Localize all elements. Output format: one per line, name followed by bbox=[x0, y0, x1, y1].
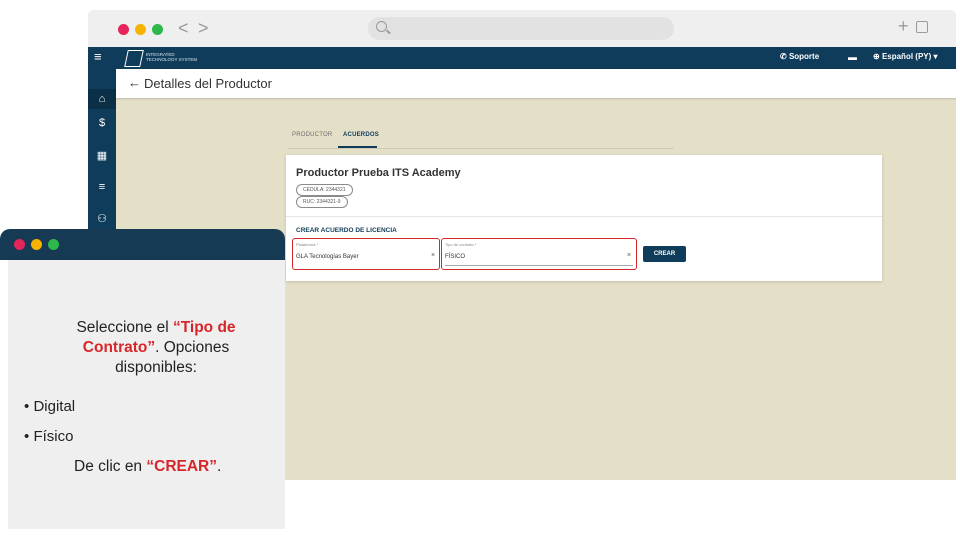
language-label: Español (PY) bbox=[881, 52, 932, 61]
contract-type-select[interactable]: Tipo de contrato * FÍSICO × bbox=[441, 238, 637, 270]
instruction-text: Seleccione el “Tipo de Contrato”. Opcion… bbox=[76, 319, 236, 376]
users-icon[interactable]: ⚇ bbox=[95, 212, 109, 225]
chevron-down-icon: ▾ bbox=[933, 52, 938, 61]
tab-bar: PRODUCTOR ACUERDOS bbox=[288, 130, 674, 149]
click-instruction: De clic en “CREAR”. bbox=[74, 458, 222, 475]
producer-name: Productor Prueba ITS Academy bbox=[296, 167, 461, 179]
dollar-icon[interactable]: $ bbox=[95, 117, 109, 129]
yellow-dot-icon bbox=[31, 239, 42, 250]
red-dot-icon bbox=[14, 239, 25, 250]
field-underline bbox=[445, 265, 633, 266]
language-selector[interactable]: ⊕ Español (PY) ▾ bbox=[873, 52, 938, 61]
close-window-dot[interactable] bbox=[118, 24, 129, 35]
app-header: ≡ INTEGRATED TECHNOLOGY SYSTEM ✆ Soporte… bbox=[88, 47, 956, 69]
section-title: CREAR ACUERDO DE LICENCIA bbox=[296, 227, 397, 234]
back-arrow-icon[interactable]: < bbox=[178, 17, 189, 39]
tab-productor[interactable]: PRODUCTOR bbox=[292, 132, 332, 138]
page-header: ← Detalles del Productor bbox=[116, 69, 956, 98]
divider bbox=[286, 216, 882, 217]
platform-select[interactable]: Plataforma * GLA Tecnologías Bayer × bbox=[292, 238, 440, 270]
menu-icon[interactable]: ≡ bbox=[94, 49, 102, 64]
browser-toolbar: < > + bbox=[88, 10, 956, 47]
search-icon bbox=[376, 21, 387, 32]
crear-button[interactable]: CREAR bbox=[643, 246, 686, 262]
producer-card: Productor Prueba ITS Academy CÉDULA: 234… bbox=[286, 155, 882, 281]
option-fisico: • Físico bbox=[24, 428, 74, 445]
new-tab-icon[interactable]: + bbox=[898, 16, 909, 37]
tabs-overview-icon[interactable] bbox=[916, 21, 928, 33]
active-tab-indicator bbox=[338, 146, 377, 148]
support-label: Soporte bbox=[788, 52, 820, 61]
page-title: Detalles del Productor bbox=[144, 76, 272, 91]
back-arrow-icon[interactable]: ← bbox=[128, 75, 141, 90]
cedula-chip: CÉDULA: 2344321 bbox=[296, 184, 353, 196]
forward-arrow-icon[interactable]: > bbox=[198, 17, 209, 39]
green-dot-icon bbox=[48, 239, 59, 250]
instruction-panel bbox=[8, 260, 285, 529]
logo-icon bbox=[124, 50, 144, 67]
chart-icon[interactable]: ▦ bbox=[95, 149, 109, 162]
crear-highlight: “CREAR” bbox=[146, 458, 217, 475]
home-icon[interactable]: ⌂ bbox=[88, 89, 116, 109]
maximize-window-dot[interactable] bbox=[152, 24, 163, 35]
platform-label: Plataforma * bbox=[296, 242, 319, 247]
clear-icon[interactable]: × bbox=[627, 252, 631, 259]
instruction-panel-header bbox=[0, 229, 285, 260]
clear-icon[interactable]: × bbox=[431, 252, 435, 259]
tab-acuerdos[interactable]: ACUERDOS bbox=[343, 132, 379, 138]
option-digital: • Digital bbox=[24, 398, 76, 415]
minimize-window-dot[interactable] bbox=[135, 24, 146, 35]
list-check-icon[interactable]: ≡ bbox=[95, 181, 109, 193]
phone-icon: ✆ bbox=[780, 52, 787, 61]
support-link[interactable]: ✆ Soporte bbox=[780, 52, 819, 61]
chat-icon[interactable]: ▬ bbox=[848, 52, 857, 62]
ruc-chip: RUC: 2344321-9 bbox=[296, 196, 348, 208]
globe-icon: ⊕ bbox=[873, 52, 880, 61]
address-bar[interactable] bbox=[368, 17, 674, 40]
contract-type-value: FÍSICO bbox=[445, 254, 466, 260]
logo-text: INTEGRATED TECHNOLOGY SYSTEM bbox=[146, 52, 198, 62]
contract-type-label: Tipo de contrato * bbox=[445, 242, 477, 247]
platform-value: GLA Tecnologías Bayer bbox=[296, 254, 359, 260]
